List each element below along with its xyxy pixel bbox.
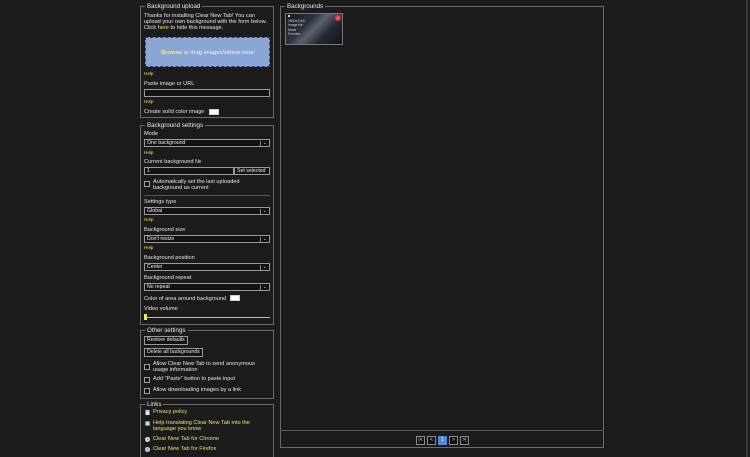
chevron-down-icon: ⌄: [262, 208, 267, 214]
other-settings-legend: Other settings: [145, 327, 188, 334]
chrome-icon: [145, 437, 150, 442]
auto-set-checkbox[interactable]: [144, 181, 150, 187]
background-size-label: Background size: [144, 227, 186, 233]
background-size-value: Don't resize: [147, 236, 175, 242]
background-settings-panel: Background settings Mode One background …: [140, 122, 274, 325]
anonymous-usage-label-line2: usage information: [153, 367, 198, 373]
intro-hide-text: to hide this message.: [170, 25, 224, 31]
window-edge: [746, 0, 748, 457]
browse-button[interactable]: Browse: [161, 50, 182, 56]
dropzone-text: or drag images/videos here: [183, 50, 254, 56]
auto-set-label-line2: background as current: [153, 185, 209, 191]
anonymous-usage-checkbox[interactable]: [144, 364, 150, 370]
privacy-policy-link[interactable]: Privacy policy: [153, 409, 187, 416]
paste-label: Paste image or URL: [144, 81, 195, 87]
thumbnail-type: Image file: [288, 23, 303, 28]
upload-dropzone[interactable]: Browse or drag images/videos here: [145, 37, 270, 67]
help-link-upload[interactable]: Help: [144, 71, 153, 78]
background-upload-legend: Background upload: [145, 3, 203, 10]
select-divider: [260, 209, 261, 214]
paste-url-input[interactable]: [144, 89, 270, 97]
close-icon[interactable]: ×: [335, 15, 341, 21]
next-page-button[interactable]: >: [449, 436, 458, 445]
background-repeat-label: Background repeat: [144, 275, 192, 281]
settings-divider: [144, 195, 270, 196]
help-link-size[interactable]: Help: [144, 245, 153, 252]
help-link-settings-type[interactable]: Help: [144, 217, 153, 224]
chevron-down-icon: ⌄: [262, 236, 267, 242]
prev-page-button[interactable]: <: [427, 436, 436, 445]
intro-click-text: Click: [144, 25, 157, 31]
thumbnail-meta: 3840x2160 Image file Move Preview: [288, 19, 305, 36]
background-upload-panel: Background upload Thanks for installing …: [140, 3, 274, 118]
background-settings-legend: Background settings: [145, 122, 206, 129]
intro-text-line3: Click here to hide this message.: [144, 25, 223, 32]
help-link-paste[interactable]: Help: [144, 99, 153, 106]
settings-type-select[interactable]: Global ⌄: [144, 207, 270, 215]
select-divider: [260, 237, 261, 242]
solid-color-swatch[interactable]: [209, 109, 219, 115]
background-position-select[interactable]: Center ⌄: [144, 263, 270, 271]
paste-button-checkbox[interactable]: [144, 377, 150, 383]
links-legend: Links: [145, 401, 164, 408]
area-color-swatch[interactable]: [230, 295, 240, 301]
video-volume-slider[interactable]: [144, 317, 270, 318]
translate-icon: [145, 421, 150, 426]
mode-select-value: One background: [147, 140, 186, 146]
mode-select[interactable]: One background ⌄: [144, 139, 270, 147]
other-settings-panel: Other settings Restore defaults Delete a…: [140, 327, 274, 399]
firefox-link[interactable]: Clear New Tab for Firefox: [153, 446, 216, 453]
first-page-button[interactable]: |<: [416, 436, 425, 445]
current-background-input[interactable]: 1: [144, 167, 234, 175]
last-page-button[interactable]: >|: [460, 436, 469, 445]
settings-type-label: Settings type: [144, 199, 177, 205]
chevron-down-icon: ⌄: [262, 140, 267, 146]
links-panel: Links Privacy policy Help translating Cl…: [140, 401, 274, 457]
chrome-link[interactable]: Clear New Tab for Chrome: [153, 436, 219, 443]
background-repeat-value: No repeat: [147, 284, 170, 290]
translate-link-line2[interactable]: language you know: [153, 426, 201, 433]
select-divider: [260, 141, 261, 146]
restore-defaults-button[interactable]: Restore defaults: [144, 336, 188, 345]
selected-indicator: [288, 15, 290, 17]
paste-button-label: Add "Paste" button to paste input: [153, 376, 236, 382]
pagination: |< < 1 > >|: [416, 436, 470, 445]
set-selected-button[interactable]: Set selected: [234, 167, 270, 175]
background-position-value: Center: [147, 264, 163, 270]
firefox-icon: [145, 447, 150, 452]
select-divider: [260, 265, 261, 270]
thumbnail-preview-link[interactable]: Preview: [288, 32, 305, 36]
video-volume-thumb[interactable]: [144, 314, 147, 320]
background-repeat-select[interactable]: No repeat ⌄: [144, 283, 270, 291]
current-background-label: Current background №: [144, 159, 201, 165]
select-divider: [260, 285, 261, 290]
video-volume-label: Video volume: [144, 306, 178, 312]
area-color-label: Color of area around background: [144, 296, 227, 302]
pager-divider: [280, 430, 604, 431]
chevron-down-icon: ⌄: [262, 284, 267, 290]
solid-color-label: Create solid color image: [144, 109, 205, 115]
mode-label: Mode: [144, 131, 158, 137]
background-size-select[interactable]: Don't resize ⌄: [144, 235, 270, 243]
delete-all-backgrounds-button[interactable]: Delete all backgrounds: [144, 348, 203, 357]
settings-type-value: Global: [147, 208, 162, 214]
backgrounds-panel: Backgrounds 3840x2160 Image file Move Pr…: [280, 3, 604, 448]
allow-download-label: Allow downloading images by a link: [153, 387, 241, 393]
backgrounds-legend: Backgrounds: [285, 3, 326, 10]
help-link-mode[interactable]: Help: [144, 150, 153, 157]
page-1-button[interactable]: 1: [438, 436, 447, 445]
background-position-label: Background position: [144, 255, 195, 261]
document-icon: [145, 410, 150, 415]
chevron-down-icon: ⌄: [262, 264, 267, 270]
allow-download-checkbox[interactable]: [144, 388, 150, 394]
hide-message-link[interactable]: here: [158, 25, 169, 31]
background-thumbnail[interactable]: 3840x2160 Image file Move Preview ×: [285, 13, 343, 45]
